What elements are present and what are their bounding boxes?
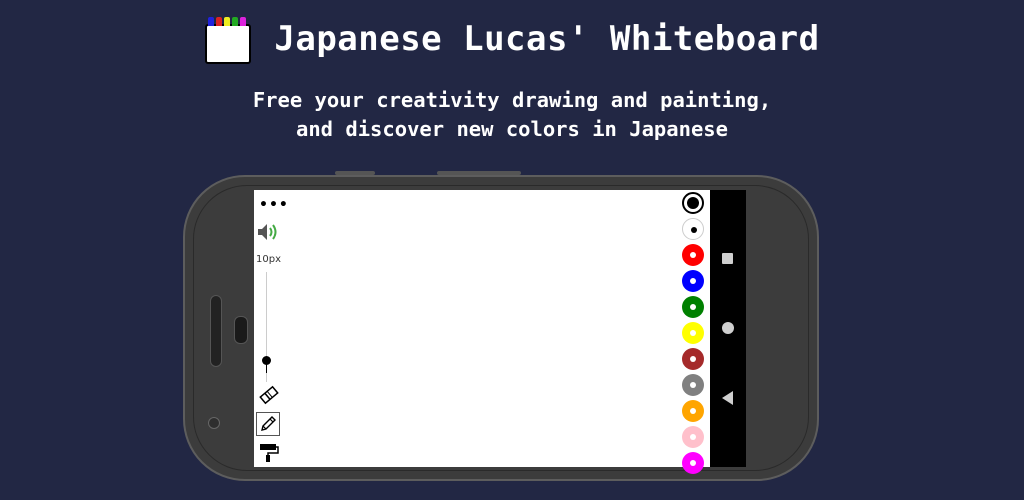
color-swatch-red[interactable] [682,244,704,266]
tagline-line-1: Free your creativity drawing and paintin… [252,88,772,112]
color-swatch-green[interactable] [682,296,704,318]
phone-side-button [335,171,375,175]
triangle-back-icon[interactable] [722,391,733,405]
color-swatch-orange[interactable] [682,400,704,422]
app-title: Japanese Lucas' Whiteboard [274,19,820,59]
color-swatch-white[interactable] [682,218,704,240]
logo-marker [216,17,223,26]
paint-roller-icon[interactable] [258,442,280,466]
menu-button[interactable]: ••• [259,198,289,212]
tagline: Free your creativity drawing and paintin… [0,86,1024,144]
logo-marker [208,17,215,26]
phone-side-button [437,171,521,175]
phone-mockup: ••• 10px [183,171,819,481]
whiteboard-logo-icon [204,15,252,64]
logo-marker [240,17,247,26]
color-swatch-black[interactable] [682,192,704,214]
color-swatch-blue[interactable] [682,270,704,292]
circle-icon[interactable] [722,322,734,334]
pencil-icon [261,416,276,431]
color-swatch-yellow[interactable] [682,322,704,344]
banner-title: Japanese Lucas' Whiteboard [0,14,1024,64]
speaker-on-icon[interactable] [256,222,280,246]
phone-speaker [210,295,222,367]
android-nav-bar [710,190,746,467]
color-swatch-pink[interactable] [682,426,704,448]
logo-marker [224,17,231,26]
brush-size-label: 10px [256,254,281,265]
phone-sensor [208,417,220,429]
phone-camera [234,316,248,344]
color-swatch-brown[interactable] [682,348,704,370]
eraser-icon[interactable] [258,385,280,409]
square-icon[interactable] [722,253,733,264]
drawing-canvas[interactable]: ••• 10px [254,190,710,474]
color-swatch-magenta[interactable] [682,452,704,474]
pencil-tool-button[interactable] [256,412,280,436]
color-swatch-gray[interactable] [682,374,704,396]
slider-handle-stem [266,363,267,373]
tagline-line-2: and discover new colors in Japanese [296,117,728,141]
logo-marker [232,17,239,26]
